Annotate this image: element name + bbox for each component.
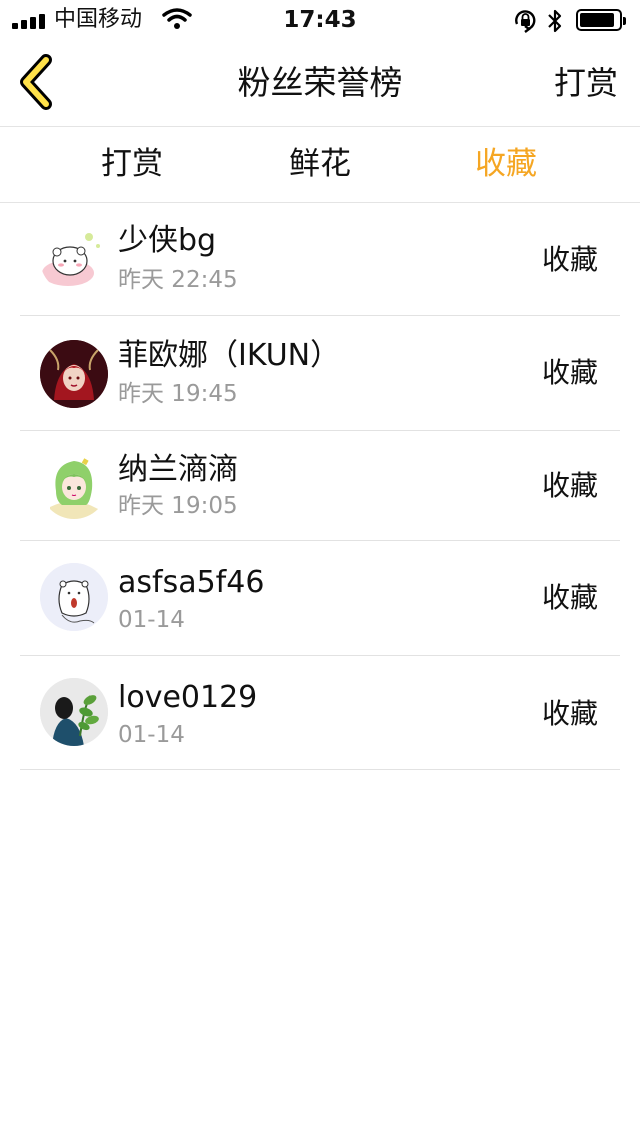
user-time: 昨天 19:05 — [118, 493, 238, 519]
anime-girl-avatar — [50, 458, 98, 519]
cartoon-bear-avatar — [42, 233, 100, 286]
favorite-label: 收藏 — [541, 697, 598, 730]
avatar — [40, 451, 108, 519]
character-portrait-avatar — [40, 340, 108, 408]
list-item[interactable]: love0129 01-14 收藏 — [20, 656, 620, 770]
user-name: asfsa5f46 — [118, 565, 265, 600]
user-name: love0129 — [118, 680, 258, 715]
tab-flowers[interactable]: 鲜花 — [240, 143, 400, 185]
favorite-label: 收藏 — [541, 243, 598, 276]
status-clock: 17:43 — [283, 7, 357, 33]
user-name: 少侠bg — [118, 223, 217, 258]
list-item[interactable]: 纳兰滳滳 昨天 19:05 收藏 — [20, 431, 620, 541]
list-item[interactable]: asfsa5f46 01-14 收藏 — [20, 541, 620, 656]
avatar — [40, 340, 108, 408]
battery-icon — [576, 9, 626, 31]
tab-favorites[interactable]: 收藏 — [426, 143, 586, 185]
favorite-label: 收藏 — [541, 356, 598, 389]
reward-button[interactable]: 打赏 — [554, 62, 618, 104]
user-time: 昨天 19:45 — [118, 381, 238, 407]
favorite-label: 收藏 — [541, 469, 598, 502]
page-title: 粉丝荣誉榜 — [237, 63, 403, 102]
avatar — [40, 678, 108, 746]
user-time: 01-14 — [118, 607, 185, 633]
user-name: 菲欧娜（IKUN） — [118, 338, 341, 373]
tab-reward[interactable]: 打赏 — [52, 143, 212, 185]
status-bar: 中国移动 17:43 — [0, 0, 640, 40]
list-item[interactable]: 少侠bg 昨天 22:45 收藏 — [20, 203, 620, 316]
cartoon-bear-avatar — [40, 563, 108, 631]
tab-bar: 打赏 鲜花 收藏 — [0, 127, 640, 203]
bluetooth-icon — [548, 9, 562, 33]
orientation-lock-icon — [515, 10, 536, 33]
user-time: 昨天 22:45 — [118, 267, 238, 293]
navigation-bar: 粉丝荣誉榜 打赏 — [0, 40, 640, 127]
favorite-label: 收藏 — [541, 581, 598, 614]
user-time: 01-14 — [118, 722, 185, 748]
user-name: 纳兰滳滳 — [118, 452, 238, 487]
plant-person-avatar — [40, 678, 108, 746]
list-item[interactable]: 菲欧娜（IKUN） 昨天 19:45 收藏 — [20, 316, 620, 431]
avatar — [40, 225, 108, 293]
avatar — [40, 563, 108, 631]
